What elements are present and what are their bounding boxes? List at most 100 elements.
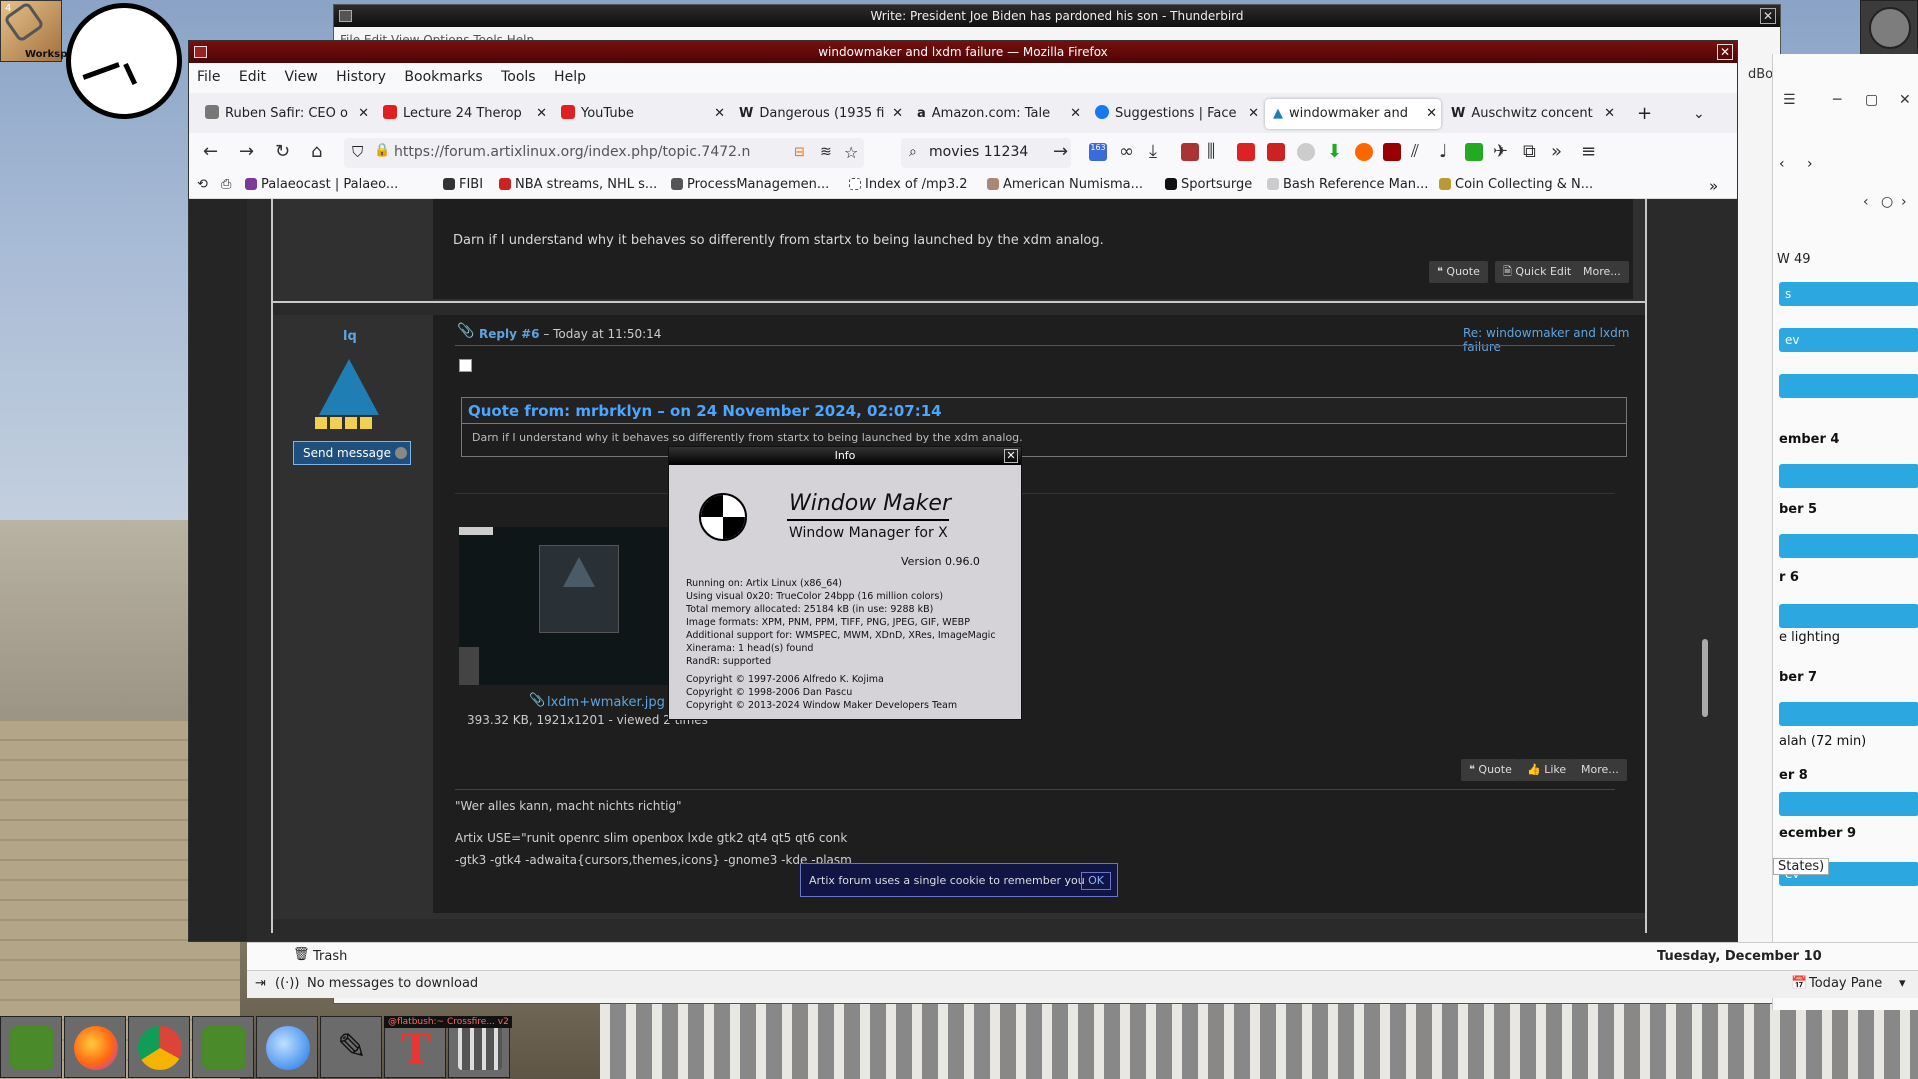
bookmark-coin-collecting[interactable]: Coin Collecting & N...	[1439, 177, 1593, 192]
attachment-link[interactable]: lxdm+wmaker.jpg	[547, 695, 665, 710]
next-arrow-icon[interactable]: ›	[1807, 156, 1813, 172]
circle-today-icon[interactable]: ○	[1881, 194, 1893, 210]
quote-button[interactable]: ❝ Quote	[1461, 759, 1520, 781]
hd-icon[interactable]	[1267, 143, 1285, 161]
go-arrow-icon[interactable]: →	[1053, 141, 1068, 162]
close-icon[interactable]: ✕	[1717, 44, 1733, 60]
calendar-event[interactable]	[1779, 464, 1918, 488]
tab-close-icon[interactable]: ✕	[1248, 99, 1259, 129]
close-icon[interactable]: ✕	[1004, 449, 1018, 463]
dock-app-editor[interactable]: ✎	[320, 1016, 382, 1078]
today-pane-toggle[interactable]: Today Pane	[1809, 976, 1882, 991]
extension-badge-icon[interactable]: 163	[1089, 143, 1107, 161]
calendar-event[interactable]	[1779, 604, 1918, 628]
url-bar[interactable]: ⛉ 🔒 https://forum.artixlinux.org/index.p…	[344, 138, 864, 168]
tab-dangerous-1935[interactable]: W Dangerous (1935 fi ✕	[731, 99, 907, 129]
infinity-icon[interactable]: ∞	[1119, 141, 1134, 162]
forward-icon[interactable]: →	[239, 141, 254, 162]
calendar-event[interactable]	[1779, 702, 1918, 726]
tab-close-icon[interactable]: ✕	[358, 99, 369, 129]
star-icon[interactable]: ☆	[844, 143, 858, 162]
bookmark-sportsurge[interactable]: Sportsurge	[1165, 177, 1252, 192]
window-controls[interactable]: ☰ ─ ▢ ✕	[1783, 92, 1918, 116]
print-icon[interactable]: ⎙	[221, 177, 231, 192]
chat-icon[interactable]	[1297, 143, 1315, 161]
firefox-titlebar[interactable]: windowmaker and lxdm failure — Mozilla F…	[189, 41, 1737, 63]
tab-close-icon[interactable]: ✕	[1604, 99, 1615, 129]
calendar-event-text[interactable]: alah (72 min)	[1779, 734, 1918, 749]
tab-close-icon[interactable]: ✕	[1070, 99, 1081, 129]
page-scrollbar[interactable]	[1702, 639, 1708, 717]
info-titlebar[interactable]: Info ✕	[669, 447, 1021, 465]
tab-close-icon[interactable]: ✕	[714, 99, 725, 129]
quote-button[interactable]: ❝ Quote	[1429, 261, 1488, 283]
clock-dockapp[interactable]	[66, 3, 182, 119]
chevron-left-icon[interactable]: ‹	[1863, 194, 1869, 210]
thunderbird-titlebar[interactable]: Write: President Joe Biden has pardoned …	[334, 5, 1780, 27]
cookie-ok-button[interactable]: OK	[1081, 872, 1111, 890]
tab-facebook-suggestions[interactable]: Suggestions | Face ✕	[1087, 99, 1263, 129]
green-extension-icon[interactable]	[1465, 143, 1483, 161]
reload-icon[interactable]: ↻	[275, 141, 290, 162]
bookmark-fibi[interactable]: FIBI	[443, 177, 483, 192]
dock-app-wmaker[interactable]	[0, 1016, 62, 1078]
extension-icon[interactable]	[1181, 143, 1199, 161]
select-checkbox[interactable]	[459, 359, 472, 372]
tab-windowmaker-active[interactable]: ▲ windowmaker and ✕	[1265, 99, 1441, 129]
pdf-icon[interactable]	[1237, 143, 1255, 161]
prev-arrow-icon[interactable]: ‹	[1779, 156, 1785, 172]
music-icon[interactable]: ♩	[1439, 141, 1448, 162]
tab-youtube[interactable]: YouTube ✕	[553, 99, 729, 129]
bookmark-american-numisma[interactable]: American Numisma...	[987, 177, 1143, 192]
tab-close-icon[interactable]: ✕	[536, 99, 547, 129]
more-button[interactable]: More...	[1575, 261, 1629, 283]
menu-bookmarks[interactable]: Bookmarks	[404, 69, 482, 85]
menu-history[interactable]: History	[336, 69, 386, 85]
reply-link[interactable]: Reply #6	[479, 327, 540, 341]
tab-auschwitz[interactable]: W Auschwitz concent ✕	[1443, 99, 1619, 129]
stats-icon[interactable]: ⫽	[1411, 141, 1419, 162]
menu-edit[interactable]: Edit	[239, 69, 266, 85]
send-message-button[interactable]: Send message	[293, 441, 411, 465]
back-icon[interactable]: ←	[203, 141, 218, 162]
new-tab-icon[interactable]: +	[1637, 99, 1652, 129]
chevron-right-icon[interactable]: ›	[1901, 194, 1907, 210]
bird-icon[interactable]: ✈	[1493, 141, 1508, 162]
bookmark-index-mp3[interactable]: Index of /mp3.2	[849, 177, 968, 192]
feed-icon[interactable]: ≋	[820, 144, 832, 160]
poster-username[interactable]: lq	[343, 329, 357, 344]
ublock-icon[interactable]	[1383, 143, 1401, 161]
dock-app-chrome[interactable]	[128, 1016, 190, 1078]
tab-lecture-24[interactable]: Lecture 24 Therop ✕	[375, 99, 551, 129]
maximize-icon[interactable]: ▢	[1865, 92, 1878, 108]
bookmarks-overflow-icon[interactable]: »	[1709, 177, 1718, 195]
tab-close-icon[interactable]: ✕	[892, 99, 903, 129]
attachment-thumbnail[interactable]	[459, 527, 675, 685]
rss-icon[interactable]: ⊟	[794, 145, 805, 160]
re-subject-link[interactable]: Re: windowmaker and lxdm failure	[1463, 326, 1645, 354]
tab-ruben-safir[interactable]: Ruben Safir: CEO o ✕	[197, 99, 373, 129]
dock-app-thunderbird[interactable]	[256, 1016, 318, 1078]
tab-list-chevron-icon[interactable]: ⌄	[1693, 99, 1705, 129]
workspace-clip[interactable]: 4 Worksp	[0, 0, 67, 62]
bookmark-palaeocast[interactable]: Palaeocast | Palaeo...	[245, 177, 398, 192]
quote-header[interactable]: Quote from: mrbrklyn – on 24 November 20…	[462, 398, 1626, 424]
green-download-icon[interactable]: ⬇	[1327, 141, 1342, 162]
close-icon[interactable]: ✕	[1760, 8, 1776, 24]
calendar-event[interactable]	[1779, 374, 1918, 398]
dock-top-right-app[interactable]	[1860, 0, 1918, 56]
more-button[interactable]: More...	[1573, 759, 1627, 781]
quick-edit-button[interactable]: 🗎 Quick Edit	[1495, 261, 1580, 283]
window-menu-icon[interactable]	[339, 10, 352, 22]
calendar-event[interactable]: s	[1779, 282, 1918, 306]
menu-view[interactable]: View	[284, 69, 317, 85]
like-button[interactable]: 👍 Like	[1519, 759, 1575, 781]
download-icon[interactable]: ⤓	[1149, 141, 1157, 162]
duckduckgo-icon[interactable]	[1355, 143, 1373, 161]
dock-app-firefox[interactable]	[64, 1016, 126, 1078]
tab-amazon[interactable]: a Amazon.com: Tale ✕	[909, 99, 1085, 129]
dock-app-wmaker-2[interactable]	[192, 1016, 254, 1078]
puzzle-icon[interactable]: ⧉	[1523, 141, 1536, 162]
menu-icon[interactable]: ☰	[1783, 92, 1796, 108]
calendar-event-text[interactable]: e lighting	[1779, 630, 1918, 645]
